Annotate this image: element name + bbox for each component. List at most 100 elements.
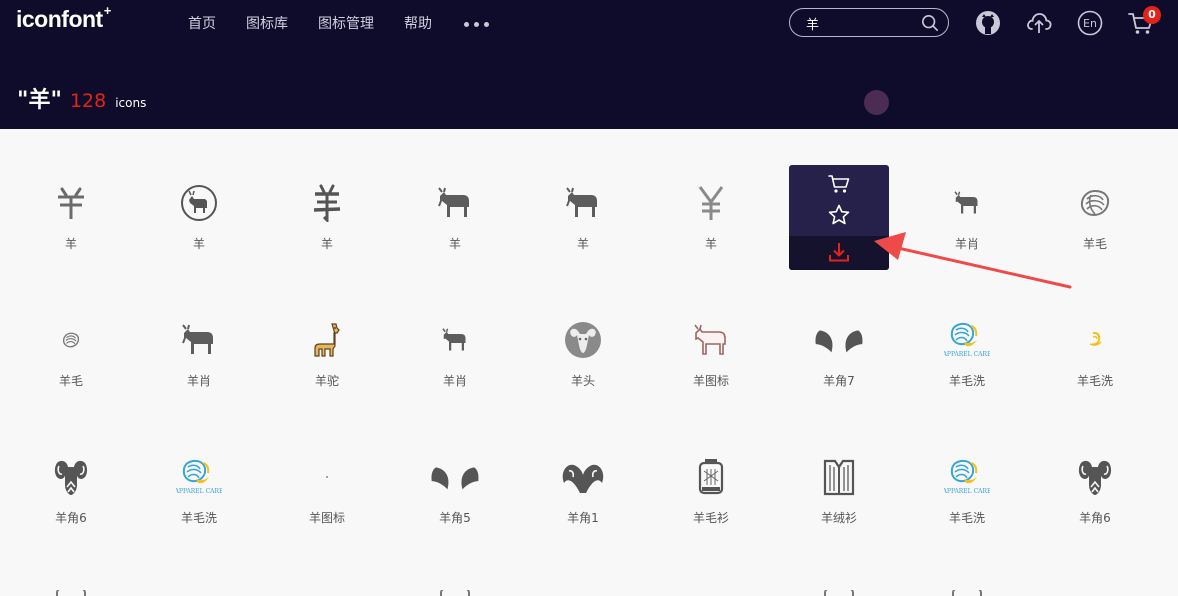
wool-wash-icon: APPAREL CARE — [173, 455, 225, 499]
icon-card[interactable]: 羊图标 — [277, 439, 377, 544]
icon-card-name: 羊毛洗 — [1076, 374, 1113, 388]
icon-card[interactable]: 羊毛洗 — [1045, 302, 1145, 407]
language-icon[interactable]: En — [1076, 9, 1104, 37]
nav-home[interactable]: 首页 — [188, 13, 216, 33]
icon-card-name: 羊角7 — [823, 374, 855, 388]
partial-icon — [941, 590, 993, 596]
icon-card-name: 羊肖 — [954, 237, 979, 251]
horns-icon — [429, 455, 481, 499]
logo-text: iconfont — [16, 6, 103, 32]
icon-card-name: 羊 — [448, 237, 461, 251]
upload-cloud-icon[interactable] — [1025, 9, 1053, 37]
nav-icon-library[interactable]: 图标库 — [246, 13, 288, 33]
icon-card[interactable]: 羊角5 — [405, 439, 505, 544]
icon-card-name: 羊角5 — [439, 511, 471, 525]
partial-icon — [429, 590, 481, 596]
icon-card[interactable]: 羊毛衫 — [661, 439, 761, 544]
apparel-care-text: APPAREL CARE — [944, 488, 990, 495]
result-unit: icons — [115, 96, 147, 110]
icon-card-name: 羊角1 — [567, 511, 599, 525]
wool-ball-icon — [1069, 181, 1121, 225]
goat-outline-icon — [685, 318, 737, 362]
goat-small-icon — [429, 318, 481, 362]
icon-card[interactable]: APPAREL CARE 羊毛洗 — [917, 439, 1017, 544]
apparel-care-text: APPAREL CARE — [176, 488, 222, 495]
icon-card[interactable]: 羊驼 — [277, 302, 377, 407]
wool-wash-small-icon — [1069, 318, 1121, 362]
search-input[interactable] — [806, 14, 916, 32]
icon-card[interactable]: 羊 — [21, 165, 121, 270]
icon-card[interactable]: APPAREL CARE 羊毛洗 — [917, 302, 1017, 407]
cart-add-icon — [828, 175, 850, 193]
icon-card[interactable]: 羊肖 — [405, 302, 505, 407]
icon-card[interactable]: 羊 — [277, 165, 377, 270]
icon-card[interactable]: 羊角7 — [789, 302, 889, 407]
logo[interactable]: iconfont+ — [16, 3, 111, 33]
download-button[interactable] — [827, 240, 851, 264]
icon-card-name: 羊 — [704, 237, 717, 251]
icon-card[interactable]: 羊 — [405, 165, 505, 270]
cardigan-icon — [813, 455, 865, 499]
icon-card-name: 羊毛 — [1082, 237, 1107, 251]
more-menu-icon[interactable] — [464, 20, 489, 27]
icon-card-name: 羊 — [320, 237, 333, 251]
icon-card[interactable]: 羊角6 — [21, 439, 121, 544]
yen-char-icon — [45, 181, 97, 225]
goat-icon — [173, 318, 225, 362]
result-query: "羊" — [17, 88, 62, 113]
icon-card[interactable]: 羊 — [661, 165, 761, 270]
decorative-dot — [864, 90, 889, 115]
github-icon[interactable] — [974, 9, 1002, 37]
wool-ball-small-icon — [45, 318, 97, 362]
apparel-care-text: APPAREL CARE — [944, 351, 990, 358]
sweater-icon — [685, 455, 737, 499]
yang-char-icon — [301, 181, 353, 225]
icon-card[interactable]: APPAREL CARE 羊毛洗 — [149, 439, 249, 544]
star-icon — [828, 204, 850, 225]
ram-horns-icon — [557, 455, 609, 499]
icon-card[interactable]: 羊角1 — [533, 439, 633, 544]
tiny-mark-icon — [301, 455, 353, 499]
icon-card[interactable]: 羊肖 — [917, 165, 1017, 270]
goat-icon — [557, 181, 609, 225]
icon-card-name: 羊角6 — [1079, 511, 1111, 525]
icon-card-name: 羊头 — [570, 374, 595, 388]
collect-button[interactable] — [827, 203, 851, 227]
icon-card[interactable] — [405, 584, 505, 596]
icon-card[interactable]: 羊肖 — [149, 302, 249, 407]
icon-card[interactable]: 羊头 — [533, 302, 633, 407]
download-icon — [829, 243, 849, 262]
cart-count-badge: 0 — [1143, 6, 1161, 24]
main-nav: 首页 图标库 图标管理 帮助 — [188, 13, 489, 33]
icon-card[interactable]: 羊图标 — [661, 302, 761, 407]
add-to-cart-button[interactable] — [827, 172, 851, 196]
horns-icon — [813, 318, 865, 362]
icon-card[interactable]: 羊绒衫 — [789, 439, 889, 544]
icon-card[interactable]: 羊毛 — [21, 302, 121, 407]
icon-card[interactable]: 羊 — [149, 165, 249, 270]
nav-help[interactable]: 帮助 — [404, 13, 432, 33]
icon-card[interactable] — [917, 584, 1017, 596]
icon-hover-card[interactable] — [789, 165, 889, 270]
icon-card[interactable]: 羊 — [533, 165, 633, 270]
top-header: iconfont+ 首页 图标库 图标管理 帮助 En — [0, 0, 1178, 129]
icon-card-name: 羊肖 — [186, 374, 211, 388]
icon-card[interactable]: 羊毛 — [1045, 165, 1145, 270]
icon-card[interactable] — [21, 584, 121, 596]
result-summary: "羊" 128 icons — [17, 82, 146, 114]
ram-face-icon — [1069, 455, 1121, 499]
goat-icon — [429, 181, 481, 225]
search-icon[interactable] — [921, 14, 939, 32]
nav-icon-manage[interactable]: 图标管理 — [318, 13, 374, 33]
ram-head-icon — [557, 318, 609, 362]
icon-card-name: 羊绒衫 — [820, 511, 857, 525]
goat-small-icon — [941, 181, 993, 225]
icon-card[interactable] — [789, 584, 889, 596]
icon-card-name: 羊毛衫 — [692, 511, 729, 525]
alpaca-icon — [301, 318, 353, 362]
yen-thin-icon — [685, 181, 737, 225]
icon-card-name: 羊 — [576, 237, 589, 251]
icon-card[interactable]: 羊角6 — [1045, 439, 1145, 544]
wool-wash-icon: APPAREL CARE — [941, 318, 993, 362]
icon-card-name: 羊毛洗 — [180, 511, 217, 525]
